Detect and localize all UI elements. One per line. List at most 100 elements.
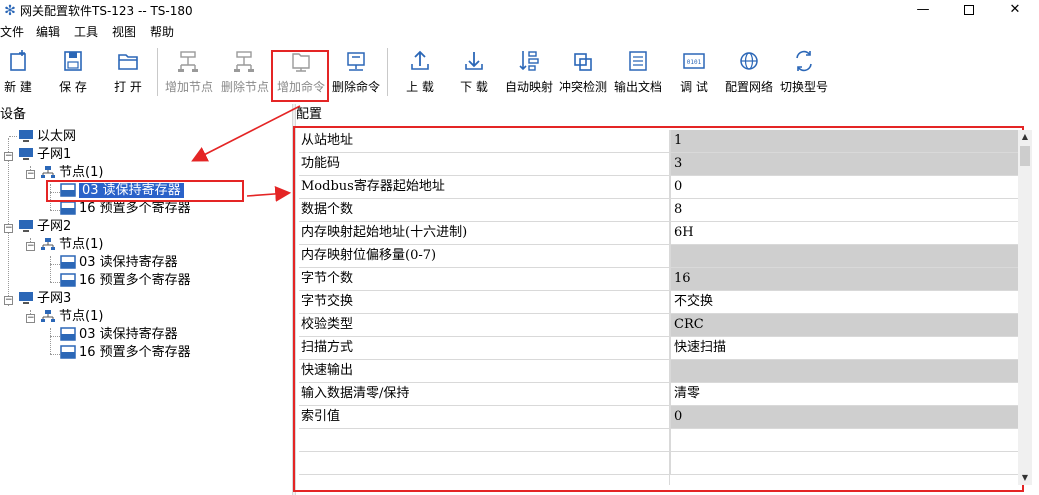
selected-command-highlight (46, 180, 244, 202)
monitor-icon (19, 219, 33, 232)
minimize-button[interactable]: — (900, 0, 946, 22)
collapse-icon[interactable]: − (26, 242, 35, 251)
tree-item-subnet1[interactable]: 子网1 (18, 146, 71, 164)
tree-item-ethernet[interactable]: 以太网 (18, 128, 76, 146)
auto-map-icon (519, 51, 539, 71)
register-icon (60, 200, 76, 215)
network-config-button[interactable]: 配置网络 (723, 46, 775, 100)
tree-item-command[interactable]: 03 读保持寄存器 (60, 326, 178, 344)
download-label: 下 载 (460, 80, 488, 94)
menu-file[interactable]: 文件 (0, 24, 24, 40)
tree-item-subnet2[interactable]: 子网2 (18, 218, 71, 236)
network-node-icon (41, 165, 55, 178)
maximize-button[interactable] (946, 0, 992, 22)
tree-item-command[interactable]: 16 预置多个寄存器 (60, 272, 191, 290)
delete-node-label: 删除节点 (220, 80, 269, 94)
toolbar-separator (387, 48, 388, 96)
auto-map-button[interactable]: 自动映射 (503, 46, 555, 100)
save-icon (64, 51, 82, 71)
new-file-icon (10, 50, 26, 71)
conflict-check-button[interactable]: 冲突检测 (557, 46, 609, 100)
upload-icon (411, 50, 429, 70)
menu-help[interactable]: 帮助 (150, 24, 174, 40)
tree-line (50, 354, 60, 355)
tree-item-command[interactable]: 16 预置多个寄存器 (60, 200, 191, 218)
monitor-icon (19, 129, 33, 142)
new-button[interactable]: 新 建 (0, 46, 36, 100)
scroll-down-icon[interactable]: ▼ (1018, 471, 1032, 485)
debug-icon: 0101 (683, 53, 705, 69)
new-label: 新 建 (4, 80, 32, 94)
delete-node-button[interactable]: 删除节点 (218, 46, 272, 100)
app-window: ✻ 网关配置软件TS-123 -- TS-180 — ✕ 文件 编辑 工具 视图… (0, 0, 1039, 495)
toolbar: 新 建 保 存 打 开 增加节点 删除节点 增加命令 删除命令 上 载 下 载 … (0, 42, 1039, 104)
delete-node-icon (234, 51, 254, 72)
collapse-icon[interactable]: − (4, 224, 13, 233)
tree-item-label: 16 预置多个寄存器 (79, 201, 191, 216)
tree-line (50, 328, 51, 354)
add-node-icon (178, 51, 198, 72)
menu-tools[interactable]: 工具 (74, 24, 98, 40)
debug-button[interactable]: 0101 调 试 (674, 46, 714, 100)
export-doc-icon (629, 51, 647, 71)
scroll-up-icon[interactable]: ▲ (1018, 130, 1032, 144)
tree-item-command[interactable]: 16 预置多个寄存器 (60, 344, 191, 362)
network-node-icon (41, 309, 55, 322)
scroll-thumb[interactable] (1020, 146, 1030, 166)
tree-item-command[interactable]: 03 读保持寄存器 (60, 254, 178, 272)
tree-item-label: 节点(1) (59, 165, 104, 180)
network-node-icon (41, 237, 55, 250)
export-doc-button[interactable]: 输出文档 (612, 46, 664, 100)
debug-label: 调 试 (680, 80, 708, 94)
tree-item-label: 16 预置多个寄存器 (79, 345, 191, 360)
tree-item-label: 03 读保持寄存器 (79, 327, 178, 342)
tree-item-label: 节点(1) (59, 309, 104, 324)
switch-model-button[interactable]: 切换型号 (778, 46, 830, 100)
delete-command-icon (347, 52, 365, 71)
register-icon (60, 254, 76, 269)
tree-item-node[interactable]: 节点(1) (40, 236, 103, 254)
svg-text:0101: 0101 (687, 59, 702, 66)
menu-view[interactable]: 视图 (112, 24, 136, 40)
open-label: 打 开 (114, 80, 142, 94)
close-button[interactable]: ✕ (992, 0, 1038, 22)
switch-model-label: 切换型号 (779, 80, 828, 94)
collapse-icon[interactable]: − (26, 314, 35, 323)
open-folder-icon (118, 54, 138, 70)
title-bar: ✻ 网关配置软件TS-123 -- TS-180 — ✕ (0, 0, 1039, 22)
auto-map-label: 自动映射 (504, 80, 553, 94)
export-doc-label: 输出文档 (613, 80, 662, 94)
delete-command-button[interactable]: 删除命令 (329, 46, 383, 100)
register-icon (60, 272, 76, 287)
config-panel-title: 配置 (296, 104, 1039, 126)
tree-line (50, 264, 60, 265)
upload-label: 上 载 (406, 80, 434, 94)
tree-item-label: 以太网 (37, 129, 77, 144)
download-button[interactable]: 下 载 (454, 46, 494, 100)
conflict-check-icon (574, 53, 592, 71)
tree-line (8, 138, 9, 306)
config-grid-highlight (293, 126, 1024, 492)
menu-edit[interactable]: 编辑 (36, 24, 60, 40)
menu-bar: 文件 编辑 工具 视图 帮助 (0, 22, 1039, 42)
app-logo-icon: ✻ (4, 3, 16, 19)
collapse-icon[interactable]: − (4, 152, 13, 161)
tree-item-label: 03 读保持寄存器 (79, 255, 178, 270)
collapse-icon[interactable]: − (4, 296, 13, 305)
upload-button[interactable]: 上 载 (400, 46, 440, 100)
add-command-highlight (271, 50, 329, 102)
save-label: 保 存 (59, 80, 87, 94)
add-node-button[interactable]: 增加节点 (162, 46, 216, 100)
register-icon (60, 344, 76, 359)
add-node-label: 增加节点 (164, 80, 213, 94)
tree-line (50, 256, 51, 282)
tree-item-label: 子网3 (37, 291, 72, 306)
vertical-scrollbar[interactable]: ▲ ▼ (1018, 130, 1032, 485)
collapse-icon[interactable]: − (26, 170, 35, 179)
tree-item-subnet3[interactable]: 子网3 (18, 290, 71, 308)
tree-item-node[interactable]: 节点(1) (40, 308, 103, 326)
delete-command-label: 删除命令 (331, 80, 380, 94)
toolbar-separator (157, 48, 158, 96)
save-button[interactable]: 保 存 (54, 46, 92, 100)
open-button[interactable]: 打 开 (108, 46, 148, 100)
